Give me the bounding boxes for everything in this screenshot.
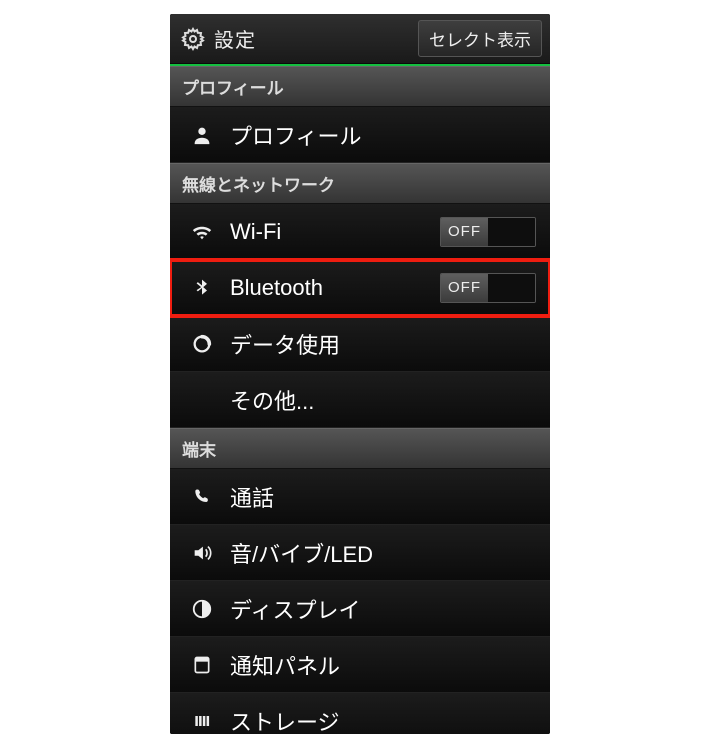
row-data-usage[interactable]: データ使用 (170, 316, 550, 372)
toggle-off-label: OFF (441, 274, 488, 302)
row-label: プロフィール (230, 119, 536, 151)
wifi-toggle[interactable]: OFF (440, 217, 536, 247)
toggle-track (488, 218, 535, 246)
row-sound[interactable]: 音/バイブ/LED (170, 525, 550, 581)
row-call[interactable]: 通話 (170, 469, 550, 525)
row-label: 通話 (230, 481, 536, 513)
header-bar: 設定 セレクト表示 (170, 14, 550, 64)
row-label: Wi-Fi (230, 219, 440, 245)
row-wifi[interactable]: Wi-Fi OFF (170, 204, 550, 260)
toggle-off-label: OFF (441, 218, 488, 246)
row-profile[interactable]: プロフィール (170, 107, 550, 163)
section-header-profile: プロフィール (170, 66, 550, 107)
data-usage-icon (188, 333, 216, 355)
row-notification[interactable]: 通知パネル (170, 637, 550, 693)
row-storage[interactable]: ストレージ (170, 693, 550, 734)
person-icon (188, 124, 216, 146)
brightness-icon (188, 598, 216, 620)
row-bluetooth[interactable]: Bluetooth OFF (170, 260, 550, 316)
row-display[interactable]: ディスプレイ (170, 581, 550, 637)
settings-screen: 設定 セレクト表示 プロフィール プロフィール 無線とネットワーク Wi-Fi … (170, 14, 550, 734)
row-label: 音/バイブ/LED (230, 537, 536, 569)
storage-icon (188, 711, 216, 731)
notification-panel-icon (188, 655, 216, 675)
gear-icon (180, 26, 206, 52)
speaker-icon (188, 542, 216, 564)
row-label: ストレージ (230, 705, 536, 735)
bluetooth-toggle[interactable]: OFF (440, 273, 536, 303)
row-label: Bluetooth (230, 275, 440, 301)
header-title: 設定 (214, 24, 418, 53)
section-header-wireless: 無線とネットワーク (170, 163, 550, 204)
toggle-track (488, 274, 535, 302)
row-label: データ使用 (230, 328, 536, 360)
section-header-device: 端末 (170, 428, 550, 469)
phone-icon (188, 487, 216, 507)
select-display-button[interactable]: セレクト表示 (418, 20, 542, 57)
row-label: その他... (230, 384, 536, 416)
row-more[interactable]: その他... (170, 372, 550, 428)
bluetooth-icon (188, 278, 216, 298)
wifi-icon (188, 221, 216, 243)
row-label: 通知パネル (230, 649, 536, 681)
row-label: ディスプレイ (230, 593, 536, 625)
